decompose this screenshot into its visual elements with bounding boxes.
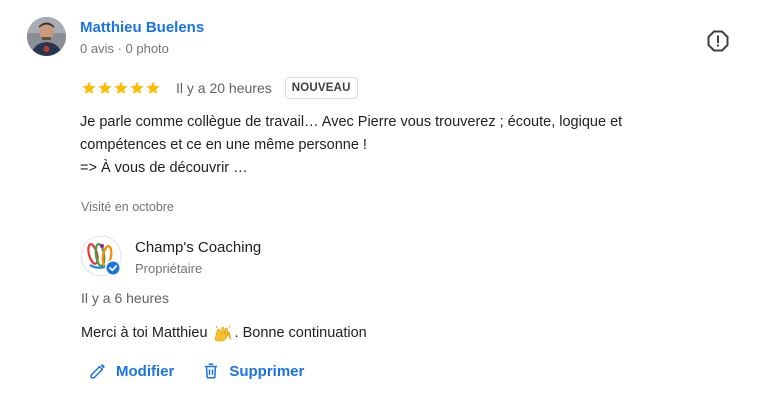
reply-actions: Modifier Supprimer xyxy=(89,362,304,380)
star-icon xyxy=(146,81,160,94)
visited-date: Visité en octobre xyxy=(81,200,174,214)
avatar-photo xyxy=(27,17,66,56)
reply-text-start: Merci à toi Matthieu xyxy=(81,325,208,341)
reviewer-meta: 0 avis · 0 photo xyxy=(80,41,169,56)
rating-row: Il y a 20 heures NOUVEAU xyxy=(81,76,358,100)
star-rating xyxy=(81,80,161,96)
reply-text-end: . Bonne continuation xyxy=(234,325,367,341)
report-icon[interactable] xyxy=(707,30,729,52)
review-text-line: compétences et ce en une même personne ! xyxy=(80,137,367,153)
owner-logo xyxy=(80,235,126,281)
owner-reply-text: Merci à toi Matthieu . Bonne continuatio… xyxy=(81,324,367,342)
owner-name: Champ's Coaching xyxy=(135,239,262,256)
delete-button-label: Supprimer xyxy=(229,362,305,380)
review-text-line: => À vous de découvrir … xyxy=(80,160,248,176)
reviewer-avatar[interactable] xyxy=(27,17,66,56)
star-icon xyxy=(82,81,96,94)
pencil-icon xyxy=(90,364,105,379)
reply-time: Il y a 6 heures xyxy=(81,290,169,306)
delete-button[interactable]: Supprimer xyxy=(202,362,304,380)
review-card: Matthieu Buelens 0 avis · 0 photo Il y a… xyxy=(0,0,768,406)
star-icon xyxy=(114,81,128,94)
owner-role: Propriétaire xyxy=(135,261,203,276)
edit-button[interactable]: Modifier xyxy=(89,362,174,380)
edit-button-label: Modifier xyxy=(116,362,175,380)
review-text: Je parle comme collègue de travail… Avec… xyxy=(80,111,720,180)
trash-icon xyxy=(205,363,218,379)
new-badge: NOUVEAU xyxy=(284,77,358,99)
review-text-line: Je parle comme collègue de travail… Avec… xyxy=(80,114,623,130)
star-icon xyxy=(130,81,144,94)
verified-check-icon xyxy=(106,261,120,275)
star-icon xyxy=(98,81,112,94)
review-time: Il y a 20 heures xyxy=(176,80,272,96)
reviewer-name[interactable]: Matthieu Buelens xyxy=(80,19,204,36)
raised-hands-icon xyxy=(213,324,233,342)
